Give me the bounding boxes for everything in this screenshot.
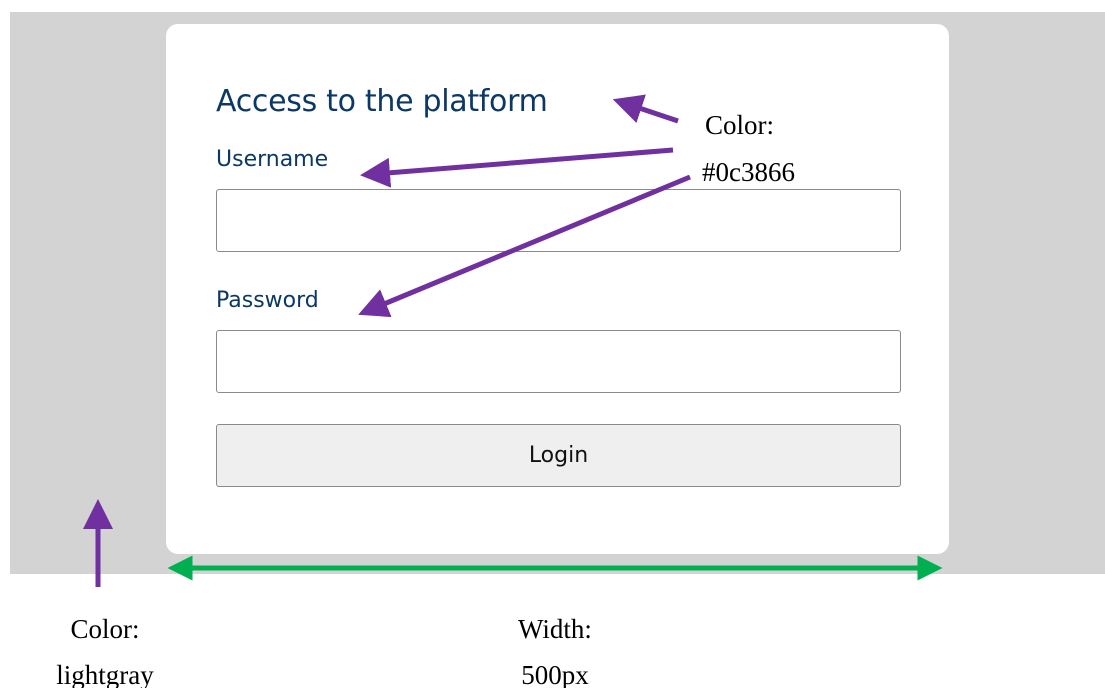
login-card: Access to the platform Username Password… xyxy=(166,24,949,554)
username-input[interactable] xyxy=(216,189,901,252)
background-color-value: lightgray xyxy=(56,660,154,688)
text-color-value: #0c3866 xyxy=(702,157,795,187)
mockup-canvas: Access to the platform Username Password… xyxy=(0,0,1105,688)
width-value: 500px xyxy=(521,660,589,688)
login-button[interactable]: Login xyxy=(216,424,901,487)
password-input[interactable] xyxy=(216,330,901,393)
password-label: Password xyxy=(216,288,319,313)
username-label: Username xyxy=(216,147,329,172)
width-caption: Width: xyxy=(518,614,592,644)
background-color-caption: Color: xyxy=(70,614,140,644)
text-color-caption: Color: xyxy=(705,110,775,140)
page-title: Access to the platform xyxy=(216,84,548,119)
